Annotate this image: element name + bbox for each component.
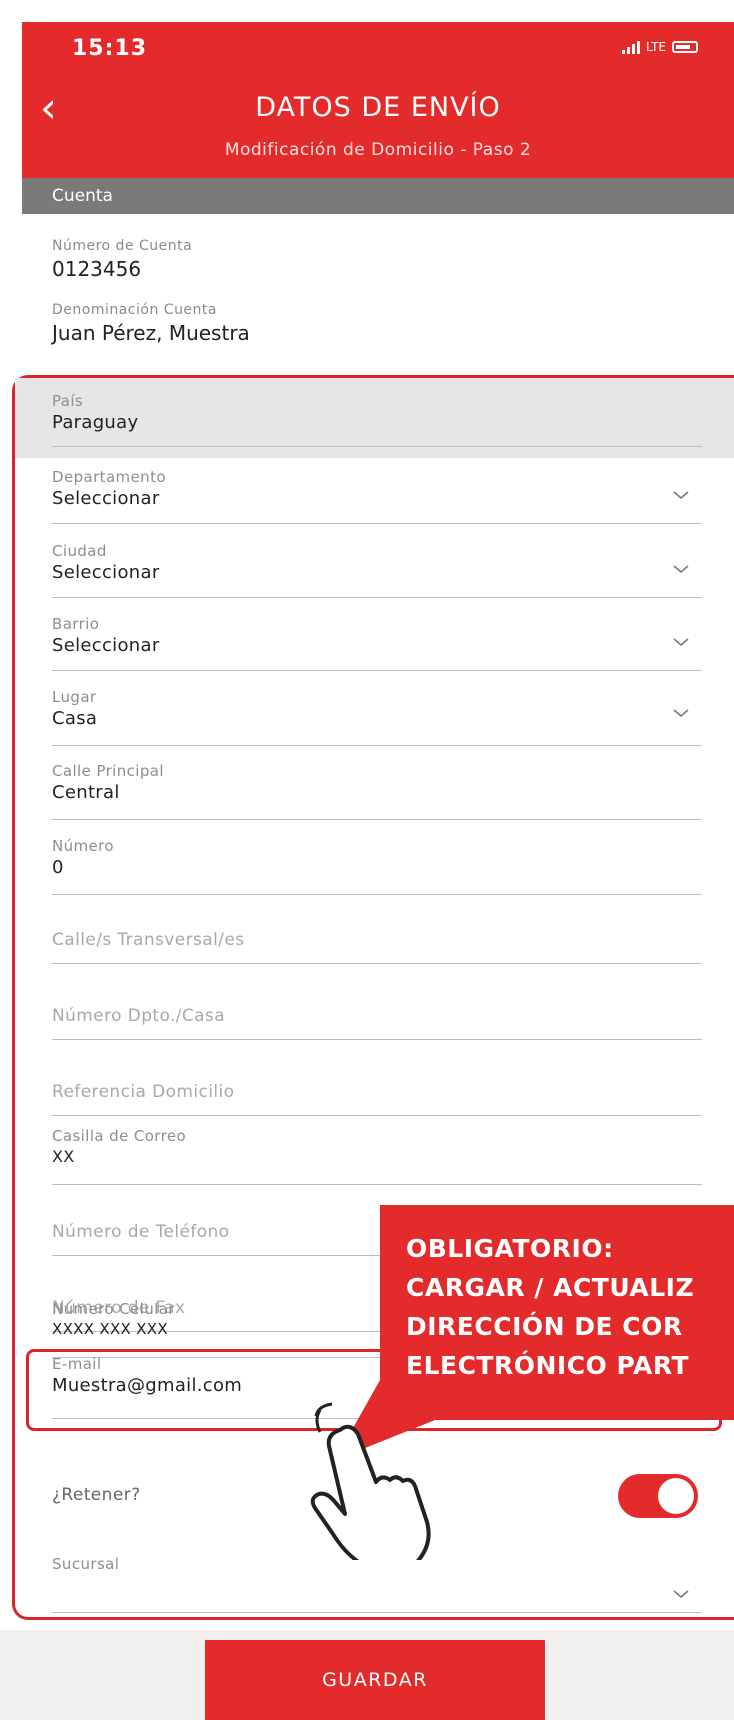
barrio-value: Seleccionar <box>52 635 160 656</box>
status-indicators: LTE <box>622 40 698 54</box>
numero-dpto-placeholder: Número Dpto./Casa <box>52 1006 226 1026</box>
lugar-select[interactable]: Lugar Casa <box>52 688 702 746</box>
account-number-value: 0123456 <box>52 257 142 281</box>
callout-line-1: OBLIGATORIO: <box>406 1234 614 1263</box>
calle-principal-label: Calle Principal <box>52 762 164 780</box>
app-header: 15:13 LTE ‹ DATOS DE ENVÍO Modificación … <box>22 22 734 192</box>
calle-transversal-field[interactable]: Calle/s Transversal/es <box>52 930 702 964</box>
callout-line-2: CARGAR / ACTUALIZ <box>406 1273 695 1302</box>
screen-top-margin <box>0 0 734 22</box>
save-button[interactable]: GUARDAR <box>205 1640 545 1720</box>
casilla-value: XX <box>52 1147 75 1166</box>
chevron-down-icon <box>673 638 689 647</box>
account-name: Denominación Cuenta Juan Pérez, Muestra <box>52 302 250 345</box>
lugar-value: Casa <box>52 708 98 729</box>
numero-dpto-field[interactable]: Número Dpto./Casa <box>52 1006 702 1040</box>
phone-screen: 15:13 LTE ‹ DATOS DE ENVÍO Modificación … <box>0 0 734 1720</box>
chevron-down-icon <box>673 709 689 718</box>
referencia-placeholder: Referencia Domicilio <box>52 1082 235 1102</box>
numero-label: Número <box>52 837 114 855</box>
chevron-down-icon <box>673 1590 689 1599</box>
retener-toggle[interactable] <box>618 1474 698 1518</box>
ciudad-label: Ciudad <box>52 542 107 560</box>
barrio-label: Barrio <box>52 615 100 633</box>
departamento-select[interactable]: Departamento Seleccionar <box>52 468 702 524</box>
callout-line-3: DIRECCIÓN DE COR <box>406 1312 683 1341</box>
sucursal-select[interactable]: Sucursal <box>52 1555 702 1613</box>
casilla-field[interactable]: Casilla de Correo XX <box>52 1127 702 1185</box>
network-label: LTE <box>646 40 666 54</box>
account-name-value: Juan Pérez, Muestra <box>52 321 250 345</box>
battery-icon <box>672 41 698 53</box>
chevron-down-icon <box>673 565 689 574</box>
referencia-field[interactable]: Referencia Domicilio <box>52 1082 702 1116</box>
status-time: 15:13 <box>72 36 148 61</box>
calle-principal-value: Central <box>52 782 120 803</box>
account-name-label: Denominación Cuenta <box>52 302 217 318</box>
page-title: DATOS DE ENVÍO <box>255 92 501 123</box>
lugar-label: Lugar <box>52 688 97 706</box>
chevron-down-icon <box>673 491 689 500</box>
account-number: Número de Cuenta 0123456 <box>52 238 192 281</box>
ciudad-select[interactable]: Ciudad Seleccionar <box>52 542 702 598</box>
calle-principal-field[interactable]: Calle Principal Central <box>52 762 702 820</box>
calle-transversal-placeholder: Calle/s Transversal/es <box>52 930 245 950</box>
pais-label: País <box>52 392 84 410</box>
departamento-label: Departamento <box>52 468 166 486</box>
account-number-label: Número de Cuenta <box>52 238 193 254</box>
ciudad-value: Seleccionar <box>52 562 160 583</box>
barrio-select[interactable]: Barrio Seleccionar <box>52 615 702 671</box>
hand-pointer-icon <box>310 1402 431 1560</box>
pais-field: País Paraguay <box>52 392 702 447</box>
signal-icon <box>622 40 641 54</box>
numero-value: 0 <box>52 857 64 878</box>
pais-value: Paraguay <box>52 412 139 433</box>
casilla-label: Casilla de Correo <box>52 1127 187 1145</box>
page-subtitle: Modificación de Domicilio - Paso 2 <box>224 140 532 160</box>
account-section-heading: Cuenta <box>22 178 734 214</box>
numero-field[interactable]: Número 0 <box>52 837 702 895</box>
departamento-value: Seleccionar <box>52 488 160 509</box>
